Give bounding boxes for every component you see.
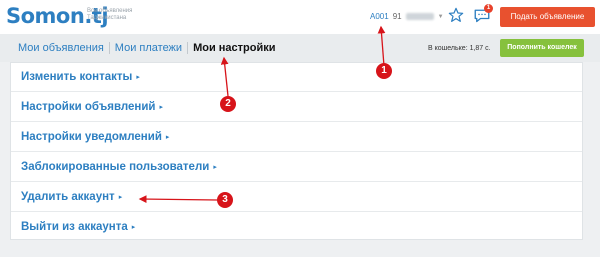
chat-badge: 1: [484, 4, 493, 13]
settings-item-label: Заблокированные пользователи: [21, 161, 210, 173]
settings-item-label: Удалить аккаунт: [21, 191, 115, 203]
account-tabs: Мои объявления Мои платежи Мои настройки: [18, 42, 281, 54]
settings-panel: Изменить контакты ▸ Настройки объявлений ▸…: [10, 62, 583, 240]
annotation-number-3: 3: [217, 192, 233, 208]
settings-item-label: Настройки объявлений: [21, 101, 156, 113]
tab-my-settings[interactable]: Мои настройки: [187, 42, 280, 54]
arrow-right-icon: ▸: [213, 163, 217, 171]
annotation-number-1: 1: [376, 63, 392, 79]
topup-wallet-button[interactable]: Пополнить кошелек: [500, 39, 584, 57]
settings-item-ad-settings[interactable]: Настройки объявлений ▸: [11, 93, 582, 122]
logo-main: Somon: [6, 4, 85, 28]
arrow-right-icon: ▸: [131, 223, 136, 231]
arrow-right-icon: ▸: [118, 193, 123, 201]
post-ad-button[interactable]: Подать объявление: [500, 7, 595, 27]
settings-item-label: Настройки уведомлений: [21, 131, 162, 143]
settings-item-label: Выйти из аккаунта: [21, 221, 128, 233]
user-id: A001: [370, 12, 389, 21]
tagline-line1: Все объявления: [87, 8, 133, 14]
tagline-line2: Таджикистана: [87, 15, 127, 21]
settings-item-label: Изменить контакты: [21, 71, 133, 83]
annotation-number-2: 2: [220, 96, 236, 112]
settings-item-delete-account[interactable]: Удалить аккаунт ▸: [11, 183, 582, 212]
tab-my-payments[interactable]: Мои платежи: [108, 42, 187, 54]
settings-item-notifications[interactable]: Настройки уведомлений ▸: [11, 123, 582, 152]
settings-item-blocked-users[interactable]: Заблокированные пользователи ▸: [11, 153, 582, 182]
arrow-right-icon: ▸: [159, 103, 164, 111]
settings-item-logout[interactable]: Выйти из аккаунта ▸: [11, 213, 582, 242]
user-menu[interactable]: A001 91 ▼: [370, 12, 444, 21]
chevron-down-icon: ▼: [437, 13, 444, 20]
star-icon[interactable]: [448, 7, 464, 23]
site-tagline: Все объявления Таджикистана: [87, 8, 167, 22]
arrow-right-icon: ▸: [136, 73, 140, 81]
wallet-balance: В кошельке: 1,87 с.: [428, 45, 491, 52]
top-header: Somon.tj Все объявления Таджикистана A00…: [0, 0, 600, 34]
settings-item-edit-contacts[interactable]: Изменить контакты ▸: [11, 63, 582, 92]
user-phone-prefix: 91: [392, 12, 402, 21]
tab-my-ads[interactable]: Мои объявления: [18, 42, 109, 54]
arrow-right-icon: ▸: [165, 133, 170, 141]
user-phone-redacted: [405, 13, 434, 20]
